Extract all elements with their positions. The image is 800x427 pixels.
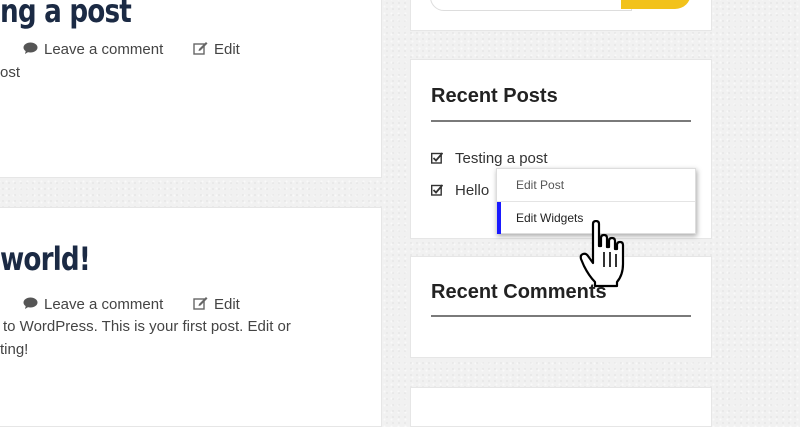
search-input[interactable] <box>430 0 632 11</box>
excerpt-line: to WordPress. This is your first post. E… <box>3 318 291 335</box>
recent-post-link[interactable]: Hello <box>430 182 490 199</box>
edit-label: Edit <box>214 41 240 58</box>
leave-comment-label: Leave a comment <box>44 296 164 313</box>
excerpt-line: ting! <box>0 341 29 358</box>
leave-comment-label: Leave a comment <box>44 41 164 58</box>
title-divider <box>431 315 691 317</box>
comment-icon <box>23 297 38 314</box>
recent-post-link[interactable]: Testing a post <box>430 150 548 167</box>
checkbox-icon <box>430 151 444 164</box>
recent-comments-widget <box>410 256 712 358</box>
edit-post-menu-item[interactable]: Edit Post <box>497 169 695 201</box>
edit-icon <box>193 296 208 314</box>
search-button[interactable] <box>621 0 691 9</box>
hand-pointer-icon <box>579 219 631 288</box>
edit-label: Edit <box>214 296 240 313</box>
edit-icon <box>193 41 208 59</box>
post-title[interactable]: world! <box>0 240 91 278</box>
sidebar-widget <box>410 387 712 427</box>
checkbox-icon <box>430 183 444 196</box>
post-excerpt: to WordPress. This is your first post. E… <box>0 315 291 361</box>
recent-post-label: Hello <box>455 182 490 199</box>
edit-post-link[interactable]: Edit <box>193 41 240 59</box>
leave-comment-link[interactable]: Leave a comment <box>23 296 163 314</box>
recent-post-label: Testing a post <box>455 150 548 167</box>
recent-posts-title: Recent Posts <box>431 85 558 107</box>
post-excerpt: ost <box>0 61 20 84</box>
excerpt-line: ost <box>0 64 21 81</box>
edit-post-link[interactable]: Edit <box>193 296 240 314</box>
title-divider <box>431 120 691 122</box>
leave-comment-link[interactable]: Leave a comment <box>23 41 163 59</box>
post-title[interactable]: ng a post <box>0 0 132 30</box>
comment-icon <box>23 42 38 59</box>
